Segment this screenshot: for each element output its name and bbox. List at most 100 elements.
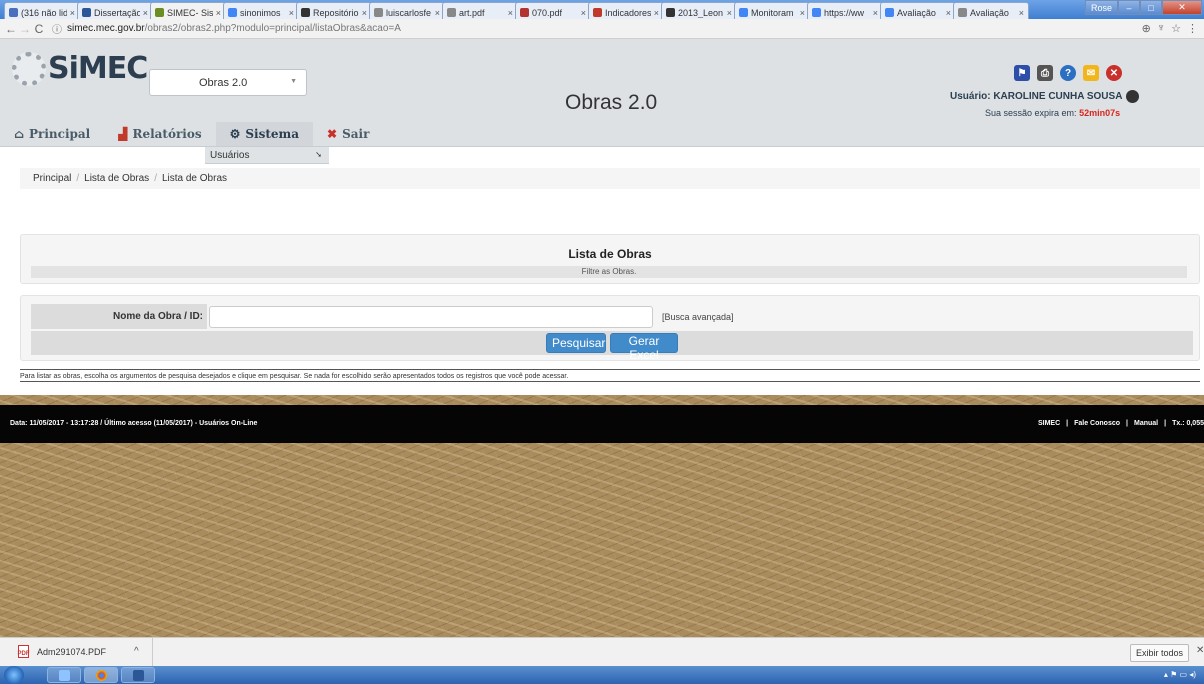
mail-icon[interactable]: ✉ [1083,65,1099,81]
menu-dropdown-usuarios[interactable]: Usuários ➘ [205,147,329,164]
maximize-button[interactable]: □ [1140,0,1162,15]
download-file-name: Adm291074.PDF [37,646,107,657]
footer-link-contact[interactable]: Fale Conosco [1074,420,1120,427]
forward-icon[interactable]: → [18,22,32,36]
system-tray[interactable]: ▴ ⚑ ▭ ◂) [1164,670,1196,679]
menu-principal[interactable]: ⌂ Principal [0,122,104,146]
browser-tab-label: art.pdf [459,7,485,18]
main-menu: ⌂ Principal ▟ Relatórios ⚙ Sistema ✖ Sai… [0,122,1204,146]
footer-tx-value: Tx.: 0,055 [1172,420,1204,427]
close-icon[interactable]: ✕ [1106,65,1122,81]
rsp-icon [593,8,602,17]
google-icon [812,8,821,17]
flag-icon[interactable]: ⚑ [1014,65,1030,81]
browser-tab[interactable]: Indicadores × [588,2,664,19]
tab-close-icon[interactable]: × [581,8,586,18]
window-controls: Rose – □ ✕ [1085,0,1202,15]
footer-status: Data: 11/05/2017 - 13:17:28 / Último ace… [10,420,258,427]
tab-close-icon[interactable]: × [70,8,75,18]
browser-tab[interactable]: art.pdf × [442,2,518,19]
reload-icon[interactable]: C [32,22,46,36]
file-icon [958,8,967,17]
user-info: Usuário: KAROLINE CUNHA SOUSA [950,90,1140,103]
tab-close-icon[interactable]: × [143,8,148,18]
breadcrumb-item[interactable]: Lista de Obras [84,173,149,184]
tab-close-icon[interactable]: × [362,8,367,18]
browser-tab[interactable]: Avaliação × [880,2,956,19]
footer-link-manual[interactable]: Manual [1134,420,1158,427]
footer-separator: | [1126,420,1128,427]
chevron-up-icon[interactable]: ^ [134,646,139,657]
browser-tab[interactable]: 2013_Leon × [661,2,737,19]
browser-tab-label: luiscarlosfe [386,7,432,18]
footer-link-simec[interactable]: SIMEC [1038,420,1060,427]
show-all-downloads-button[interactable]: Exibir todos [1130,644,1189,662]
gear-icon: ⚙ [229,127,241,141]
browser-tab-label: Avaliação [970,7,1009,18]
logo-text: SiMEC [48,51,148,86]
bookmark-star-icon[interactable]: ☆ [1171,22,1181,35]
zoom-icon[interactable]: ⊕ [1142,22,1151,35]
info-icon[interactable]: ⓘ [52,21,62,36]
minimize-button[interactable]: – [1118,0,1140,15]
simec-header: SiMEC Obras 2.0 ▼ Obras 2.0 ⚑ ⎙ ? ✉ ✕ Us… [0,39,1204,147]
browser-tab[interactable]: Repositório × [296,2,372,19]
footer-links: SIMEC | Fale Conosco | Manual | Tx.: 0,0… [1038,420,1204,427]
browser-tab[interactable]: (316 não lid × [4,2,80,19]
browser-tab[interactable]: sinonimos × [223,2,299,19]
tab-close-icon[interactable]: × [508,8,513,18]
tab-close-icon[interactable]: × [435,8,440,18]
menu-sistema[interactable]: ⚙ Sistema [215,122,314,146]
file-icon [447,8,456,17]
tab-close-icon[interactable]: × [289,8,294,18]
search-button[interactable]: Pesquisar [546,333,606,353]
tab-close-icon[interactable]: × [800,8,805,18]
browser-menu-icon[interactable]: ⋮ [1187,22,1198,35]
close-window-button[interactable]: ✕ [1162,0,1202,15]
tab-close-icon[interactable]: × [216,8,221,18]
users-icon[interactable] [1126,90,1140,103]
start-button-icon[interactable] [4,666,24,684]
menu-relatorios[interactable]: ▟ Relatórios [104,122,215,146]
browser-tab[interactable]: 070.pdf × [515,2,591,19]
system-select[interactable]: Obras 2.0 ▼ [149,69,307,96]
help-icon[interactable]: ? [1060,65,1076,81]
dropdown-item-label: Usuários [210,150,250,161]
breadcrumb: Principal / Lista de Obras / Lista de Obras [20,168,1200,189]
export-excel-button[interactable]: Gerar Excel [610,333,678,362]
logo-gear-icon [12,51,46,86]
menu-sair[interactable]: ✖ Sair [313,122,383,146]
tab-close-icon[interactable]: × [873,8,878,18]
obra-name-input[interactable] [209,306,653,328]
browser-tab[interactable]: Dissertação × [77,2,153,19]
close-download-bar-icon[interactable]: ✕ [1196,645,1204,656]
tab-close-icon[interactable]: × [1019,8,1024,18]
taskbar-explorer[interactable] [47,667,81,683]
word-icon [82,8,91,17]
taskbar-chrome[interactable] [84,667,118,683]
tab-close-icon[interactable]: × [946,8,951,18]
print-icon[interactable]: ⎙ [1037,65,1053,81]
browser-tab[interactable]: SIMEC- Sist × [150,2,226,19]
advanced-search-link[interactable]: [Busca avançada] [662,312,734,322]
extension-icon[interactable]: ♆ [1157,22,1165,35]
browser-tab[interactable]: https://ww × [807,2,883,19]
download-item[interactable]: PDF Adm291074.PDF [18,645,106,658]
session-time: 52min07s [1079,108,1121,118]
back-icon[interactable]: ← [4,22,18,36]
explorer-icon [58,669,70,681]
taskbar-word[interactable] [121,667,155,683]
tab-close-icon[interactable]: × [654,8,659,18]
name-label: Nome da Obra / ID: [31,304,207,329]
breadcrumb-item[interactable]: Principal [33,173,71,184]
browser-tab[interactable]: luiscarlosfe × [369,2,445,19]
browser-tab[interactable]: Avaliação × [953,2,1029,19]
url-field[interactable]: ⓘ simec.mec.gov.br /obras2/obras2.php?mo… [52,21,401,36]
simec-logo[interactable]: SiMEC [12,51,148,86]
url-host: simec.mec.gov.br [67,23,145,34]
page-title: Lista de Obras [568,247,652,261]
tab-close-icon[interactable]: × [727,8,732,18]
profile-button[interactable]: Rose [1085,0,1118,15]
session-timer: Sua sessão expira em: 52min07s [985,108,1120,118]
browser-tab[interactable]: Monitoram × [734,2,810,19]
